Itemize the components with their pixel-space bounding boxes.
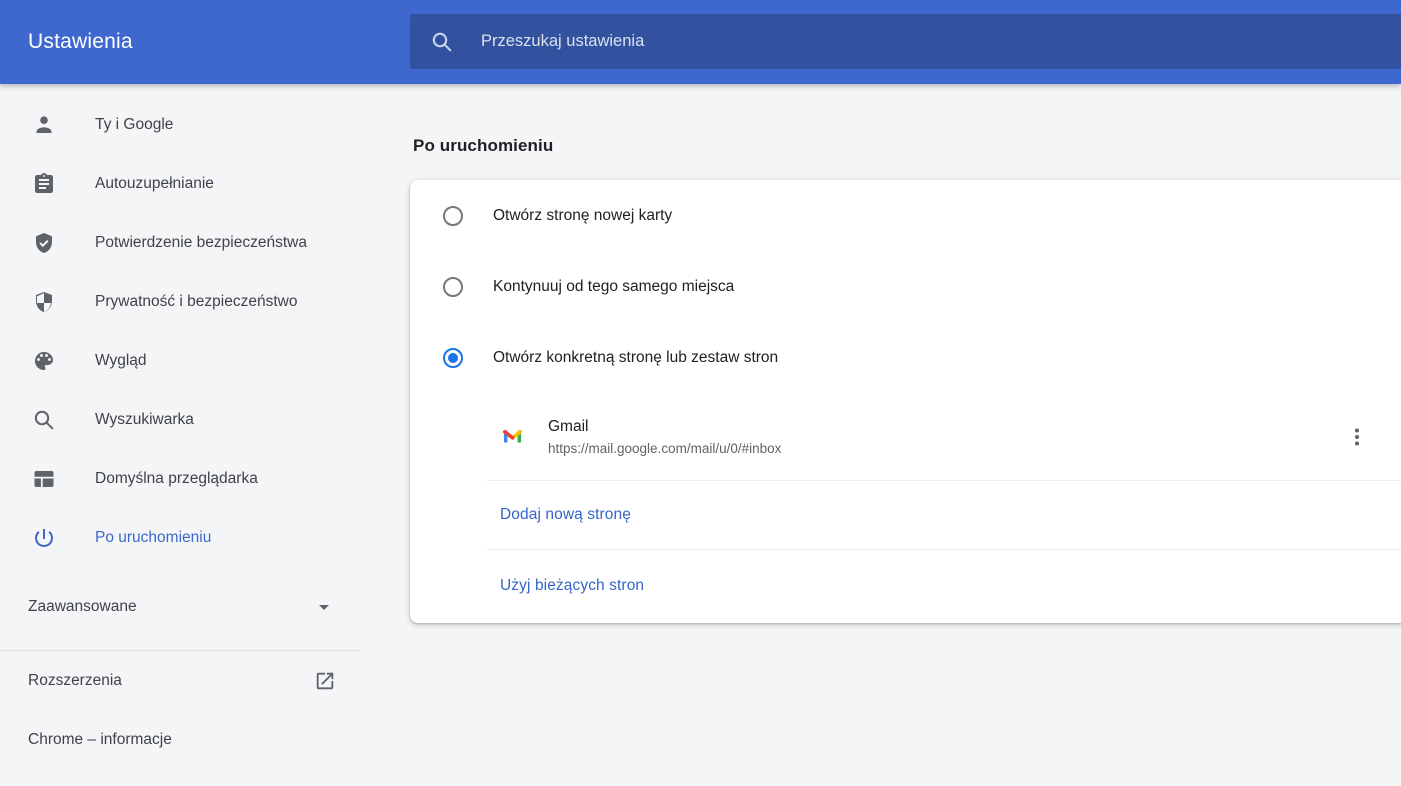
sidebar-item-label: Prywatność i bezpieczeństwo <box>95 293 297 311</box>
search-icon <box>32 408 56 432</box>
option-open-specific-pages[interactable]: Otwórz konkretną stronę lub zestaw stron <box>410 322 1401 393</box>
sidebar-item-label: Wygląd <box>95 352 147 370</box>
power-icon <box>32 526 56 550</box>
sidebar-item-on-startup[interactable]: Po uruchomieniu <box>0 508 362 567</box>
startup-page-url: https://mail.google.com/mail/u/0/#inbox <box>548 441 781 456</box>
advanced-label: Zaawansowane <box>28 598 137 616</box>
sidebar-item-default-browser[interactable]: Domyślna przeglądarka <box>0 449 362 508</box>
sidebar-item-safety-check[interactable]: Potwierdzenie bezpieczeństwa <box>0 213 362 272</box>
settings-sidebar: Ty i Google Autouzupełnianie Potwierdzen… <box>0 84 362 769</box>
option-label: Otwórz konkretną stronę lub zestaw stron <box>493 349 778 367</box>
startup-page-row: Gmail https://mail.google.com/mail/u/0/#… <box>410 393 1401 480</box>
sidebar-item-autofill[interactable]: Autouzupełnianie <box>0 154 362 213</box>
more-vert-icon <box>1345 425 1369 449</box>
search-icon <box>430 30 454 54</box>
app-header: Ustawienia Przeszukaj ustawienia <box>0 0 1401 84</box>
settings-search-input[interactable]: Przeszukaj ustawienia <box>410 14 1401 69</box>
search-placeholder: Przeszukaj ustawienia <box>481 32 644 51</box>
main-content: Po uruchomieniu Otwórz stronę nowej kart… <box>410 84 1401 786</box>
add-new-page-label: Dodaj nową stronę <box>500 506 631 524</box>
radio-checked-icon[interactable] <box>443 348 463 368</box>
sidebar-item-label: Ty i Google <box>95 116 173 134</box>
more-options-button[interactable] <box>1344 424 1370 450</box>
sidebar-item-label: Domyślna przeglądarka <box>95 470 258 488</box>
sidebar-item-search-engine[interactable]: Wyszukiwarka <box>0 390 362 449</box>
option-label: Otwórz stronę nowej karty <box>493 207 672 225</box>
add-new-page-button[interactable]: Dodaj nową stronę <box>410 481 1401 549</box>
startup-page-info: Gmail https://mail.google.com/mail/u/0/#… <box>548 418 781 456</box>
chevron-down-icon <box>312 595 336 619</box>
use-current-pages-button[interactable]: Użyj bieżących stron <box>410 550 1401 622</box>
security-shield-icon <box>32 290 56 314</box>
safety-check-icon <box>32 231 56 255</box>
chrome-settings-page: Ustawienia Przeszukaj ustawienia Ty i Go… <box>0 0 1401 786</box>
sidebar-item-extensions[interactable]: Rozszerzenia <box>0 651 362 710</box>
palette-icon <box>32 349 56 373</box>
gmail-icon <box>502 426 523 447</box>
option-open-new-tab[interactable]: Otwórz stronę nowej karty <box>410 180 1401 251</box>
about-label: Chrome – informacje <box>28 731 172 749</box>
sidebar-item-label: Wyszukiwarka <box>95 411 194 429</box>
sidebar-item-privacy[interactable]: Prywatność i bezpieczeństwo <box>0 272 362 331</box>
use-current-pages-label: Użyj bieżących stron <box>500 577 644 595</box>
on-startup-card: Otwórz stronę nowej karty Kontynuuj od t… <box>410 180 1401 623</box>
radio-unchecked-icon[interactable] <box>443 277 463 297</box>
sidebar-item-appearance[interactable]: Wygląd <box>0 331 362 390</box>
open-in-new-icon <box>314 670 336 692</box>
section-title: Po uruchomieniu <box>413 136 553 156</box>
sidebar-item-about-chrome[interactable]: Chrome – informacje <box>0 710 362 769</box>
option-continue-where-left-off[interactable]: Kontynuuj od tego samego miejsca <box>410 251 1401 322</box>
sidebar-item-label: Po uruchomieniu <box>95 529 211 547</box>
autofill-icon <box>32 172 56 196</box>
option-label: Kontynuuj od tego samego miejsca <box>493 278 734 296</box>
sidebar-item-label: Potwierdzenie bezpieczeństwa <box>95 234 307 252</box>
browser-icon <box>32 467 56 491</box>
sidebar-item-label: Autouzupełnianie <box>95 175 214 193</box>
extensions-label: Rozszerzenia <box>28 672 122 690</box>
sidebar-advanced-toggle[interactable]: Zaawansowane <box>0 577 362 636</box>
startup-page-title: Gmail <box>548 418 781 436</box>
sidebar-item-people[interactable]: Ty i Google <box>0 95 362 154</box>
page-title: Ustawienia <box>28 30 133 54</box>
radio-unchecked-icon[interactable] <box>443 206 463 226</box>
person-icon <box>32 113 56 137</box>
